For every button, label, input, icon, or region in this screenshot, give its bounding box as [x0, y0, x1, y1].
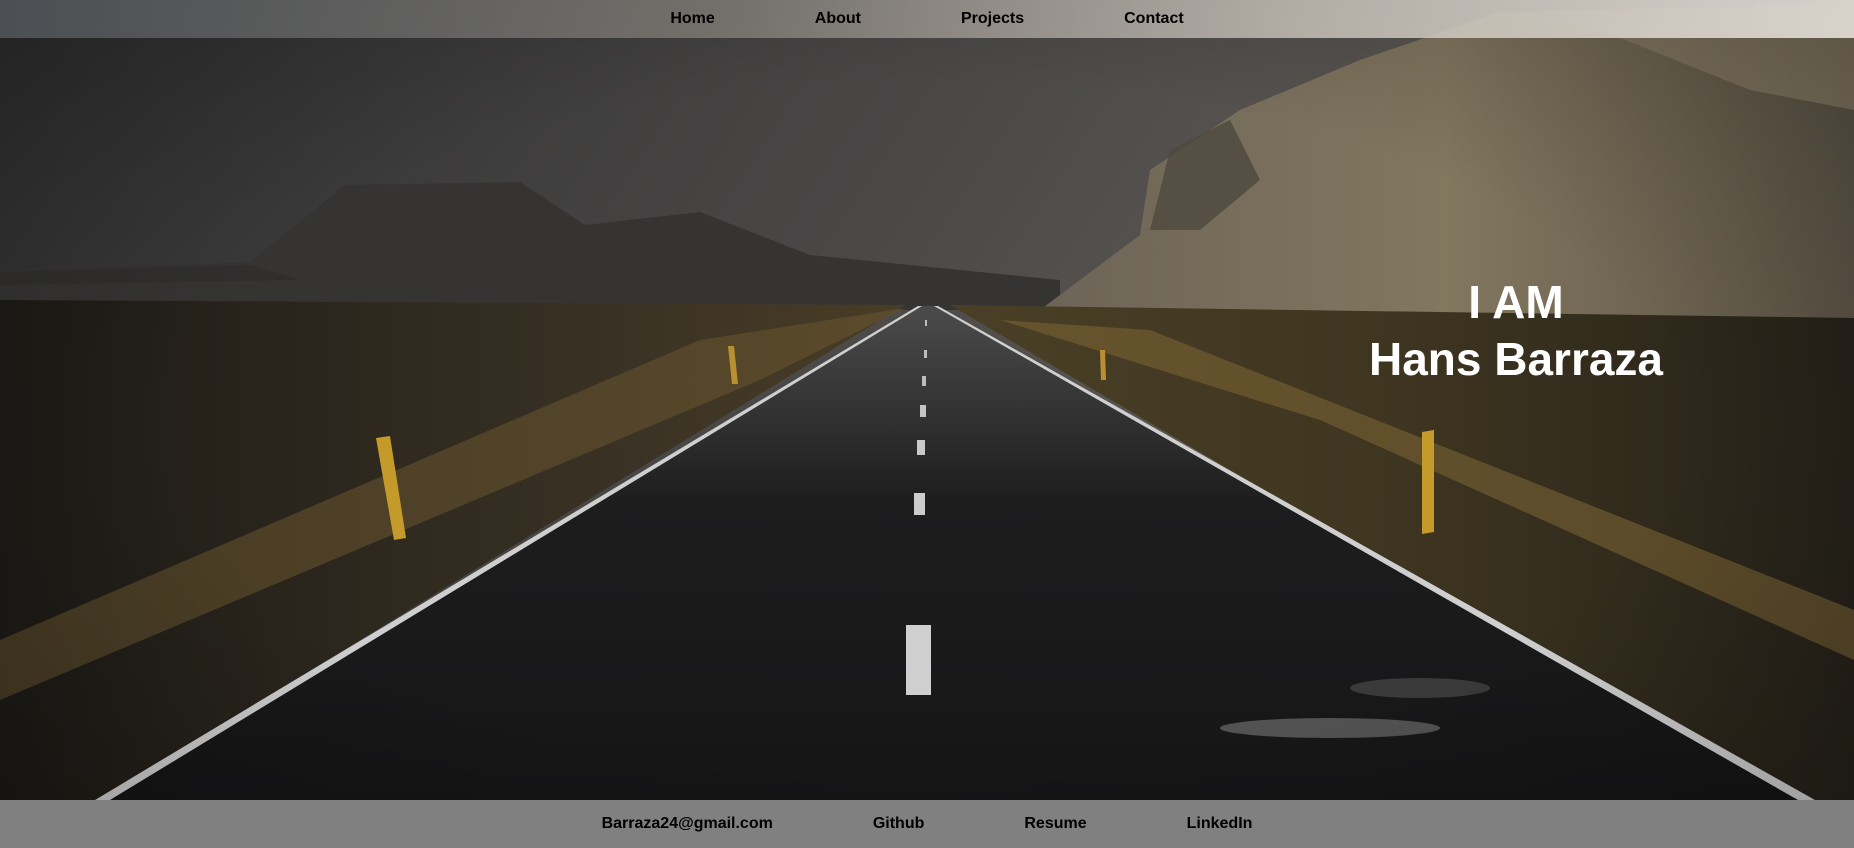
footer-linkedin-link[interactable]: LinkedIn — [1187, 815, 1253, 833]
hero-intro-text: I AM — [1468, 276, 1564, 328]
hero-heading: I AM Hans Barraza — [1316, 274, 1716, 388]
nav-home-link[interactable]: Home — [670, 10, 714, 28]
nav-about-link[interactable]: About — [815, 10, 861, 28]
footer-resume-link[interactable]: Resume — [1024, 815, 1086, 833]
page: Home About Projects Contact I AM Hans Ba… — [0, 0, 1854, 848]
footer-email-link[interactable]: Barraza24@gmail.com — [602, 815, 773, 833]
hero-name-text: Hans Barraza — [1368, 333, 1664, 385]
footer: Barraza24@gmail.com Github Resume Linked… — [0, 800, 1854, 848]
top-navigation: Home About Projects Contact — [0, 0, 1854, 38]
hero-background-image — [0, 0, 1854, 848]
nav-projects-link[interactable]: Projects — [961, 10, 1024, 28]
nav-contact-link[interactable]: Contact — [1124, 10, 1184, 28]
footer-github-link[interactable]: Github — [873, 815, 925, 833]
